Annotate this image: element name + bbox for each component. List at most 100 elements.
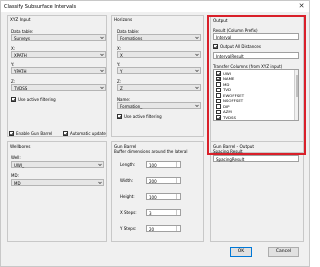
ok-button[interactable]: OK: [230, 247, 252, 257]
transfer-column-checkbox[interactable]: [216, 109, 221, 114]
xyz-data-table-value: Surveys: [14, 35, 30, 41]
gun-barrel-subtitle: Buffer dimensions around the lateral: [114, 149, 188, 154]
dialog-window: Classify Subsurface Intervals ✕ XYZ Inpu…: [0, 0, 310, 267]
md-value: MD: [14, 180, 21, 186]
width-label: Width:: [120, 178, 133, 183]
length-label: Length:: [120, 162, 136, 167]
output-title: Output: [213, 18, 228, 23]
xyz-use-active-filtering-label: Use active filtering: [18, 97, 56, 102]
stepper-arrows-icon[interactable]: [176, 162, 180, 167]
horizons-data-table-value: Formations: [120, 35, 143, 41]
transfer-column-checkbox[interactable]: [216, 82, 221, 87]
interval-result-value: IntervalResult: [216, 53, 244, 59]
output-all-distances-checkbox[interactable]: [213, 44, 218, 49]
chevron-down-icon: [100, 86, 104, 89]
horizons-use-active-filtering-label: Use active filtering: [124, 114, 162, 119]
transfer-column-label: NAME: [223, 76, 235, 82]
chevron-down-icon: [195, 69, 199, 72]
horizons-title: Horizons: [114, 17, 133, 22]
horizons-x-select[interactable]: X: [117, 51, 201, 58]
chevron-down-icon: [195, 36, 199, 39]
transfer-columns-list[interactable]: UWI NAME MD TVD EWOFFSET NSOFFSET DIP AZM TVDSS: [213, 69, 299, 121]
md-label: MD:: [11, 173, 19, 178]
spacing-result-label: Spacing Result: [213, 149, 243, 154]
interval-result-input[interactable]: IntervalResult: [213, 52, 299, 59]
spacing-result-value: SpacingResult: [216, 156, 245, 162]
cancel-button[interactable]: Cancel: [268, 247, 299, 257]
height-stepper[interactable]: 100: [146, 193, 181, 200]
xyz-y-select[interactable]: YPATH: [11, 67, 106, 74]
transfer-column-label: MD: [223, 81, 230, 87]
transfer-column-label: TVD: [223, 87, 232, 93]
y-steps-label: Y Steps:: [120, 226, 137, 231]
xyz-data-table-select[interactable]: Surveys: [11, 34, 106, 41]
wellbores-group: [7, 141, 107, 242]
y-steps-value: 20: [149, 226, 155, 232]
scrollbar-thumb[interactable]: [295, 75, 298, 97]
title-bar: Classify Subsurface Intervals ✕: [1, 1, 309, 12]
chevron-down-icon: [100, 36, 104, 39]
transfer-column-label: EWOFFSET: [223, 92, 245, 98]
transfer-column-label: NSOFFSET: [223, 98, 244, 104]
spacing-result-input[interactable]: SpacingResult: [213, 155, 299, 162]
chevron-down-icon: [100, 53, 104, 56]
stepper-arrows-icon[interactable]: [176, 226, 180, 231]
transfer-column-checkbox[interactable]: [216, 104, 221, 109]
window-title: Classify Subsurface Intervals: [4, 4, 77, 10]
height-value: 100: [149, 194, 157, 200]
well-select[interactable]: UWI_: [11, 161, 104, 168]
xyz-use-active-filtering-checkbox[interactable]: [11, 97, 16, 102]
chevron-down-icon: [195, 53, 199, 56]
transfer-column-checkbox[interactable]: [216, 98, 221, 103]
transfer-columns-scrollbar[interactable]: [294, 70, 298, 120]
stepper-arrows-icon[interactable]: [176, 194, 180, 199]
horizons-z-select[interactable]: Z: [117, 84, 201, 91]
chevron-down-icon: [100, 69, 104, 72]
enable-gun-barrel-checkbox[interactable]: [9, 131, 14, 136]
transfer-column-checkbox[interactable]: [216, 71, 221, 76]
xyz-x-value: XPATH: [14, 52, 27, 58]
length-value: 100: [149, 162, 157, 168]
transfer-column-checkbox[interactable]: [216, 115, 221, 120]
result-prefix-value: Interval: [216, 34, 232, 40]
md-select[interactable]: MD: [11, 179, 104, 186]
stepper-arrows-icon[interactable]: [176, 178, 180, 183]
chevron-down-icon: [98, 163, 102, 166]
transfer-column-checkbox[interactable]: [216, 76, 221, 81]
enable-gun-barrel-label: Enable Gun Barrel: [16, 131, 53, 136]
xyz-y-value: YPATH: [14, 68, 27, 74]
x-steps-value: 3: [149, 210, 152, 216]
length-stepper[interactable]: 100: [146, 161, 181, 168]
chevron-down-icon: [195, 104, 199, 107]
close-icon[interactable]: ✕: [297, 2, 306, 11]
transfer-column-label: TVDSS: [223, 114, 236, 120]
chevron-down-icon: [98, 181, 102, 184]
width-stepper[interactable]: 200: [146, 177, 181, 184]
well-label: Well:: [11, 155, 21, 160]
xyz-input-title: XYZ Input: [10, 17, 31, 22]
width-value: 200: [149, 178, 157, 184]
stepper-arrows-icon[interactable]: [176, 210, 180, 215]
horizons-data-table-select[interactable]: Formations: [117, 34, 201, 41]
height-label: Height:: [120, 194, 135, 199]
x-steps-stepper[interactable]: 3: [146, 209, 181, 216]
automatic-update-label: Automatic update: [70, 131, 106, 136]
well-value: UWI_: [14, 162, 25, 168]
transfer-column-checkbox[interactable]: [216, 93, 221, 98]
horizons-use-active-filtering-checkbox[interactable]: [117, 114, 122, 119]
x-steps-label: X Steps:: [120, 210, 137, 215]
xyz-z-value: TVDSS: [14, 85, 28, 91]
xyz-z-select[interactable]: TVDSS: [11, 84, 106, 91]
horizons-y-value: Y: [120, 68, 123, 74]
transfer-column-label: AZM: [223, 109, 232, 115]
transfer-column-checkbox[interactable]: [216, 87, 221, 92]
result-prefix-input[interactable]: Interval: [213, 33, 299, 40]
automatic-update-checkbox[interactable]: [63, 131, 68, 136]
horizons-name-value: Formation_: [120, 103, 143, 109]
horizons-name-select[interactable]: Formation_: [117, 102, 201, 109]
y-steps-stepper[interactable]: 20: [146, 225, 181, 232]
horizons-y-select[interactable]: Y: [117, 67, 201, 74]
horizons-z-value: Z: [120, 85, 123, 91]
xyz-x-select[interactable]: XPATH: [11, 51, 106, 58]
wellbores-title: Wellbores: [10, 144, 31, 149]
